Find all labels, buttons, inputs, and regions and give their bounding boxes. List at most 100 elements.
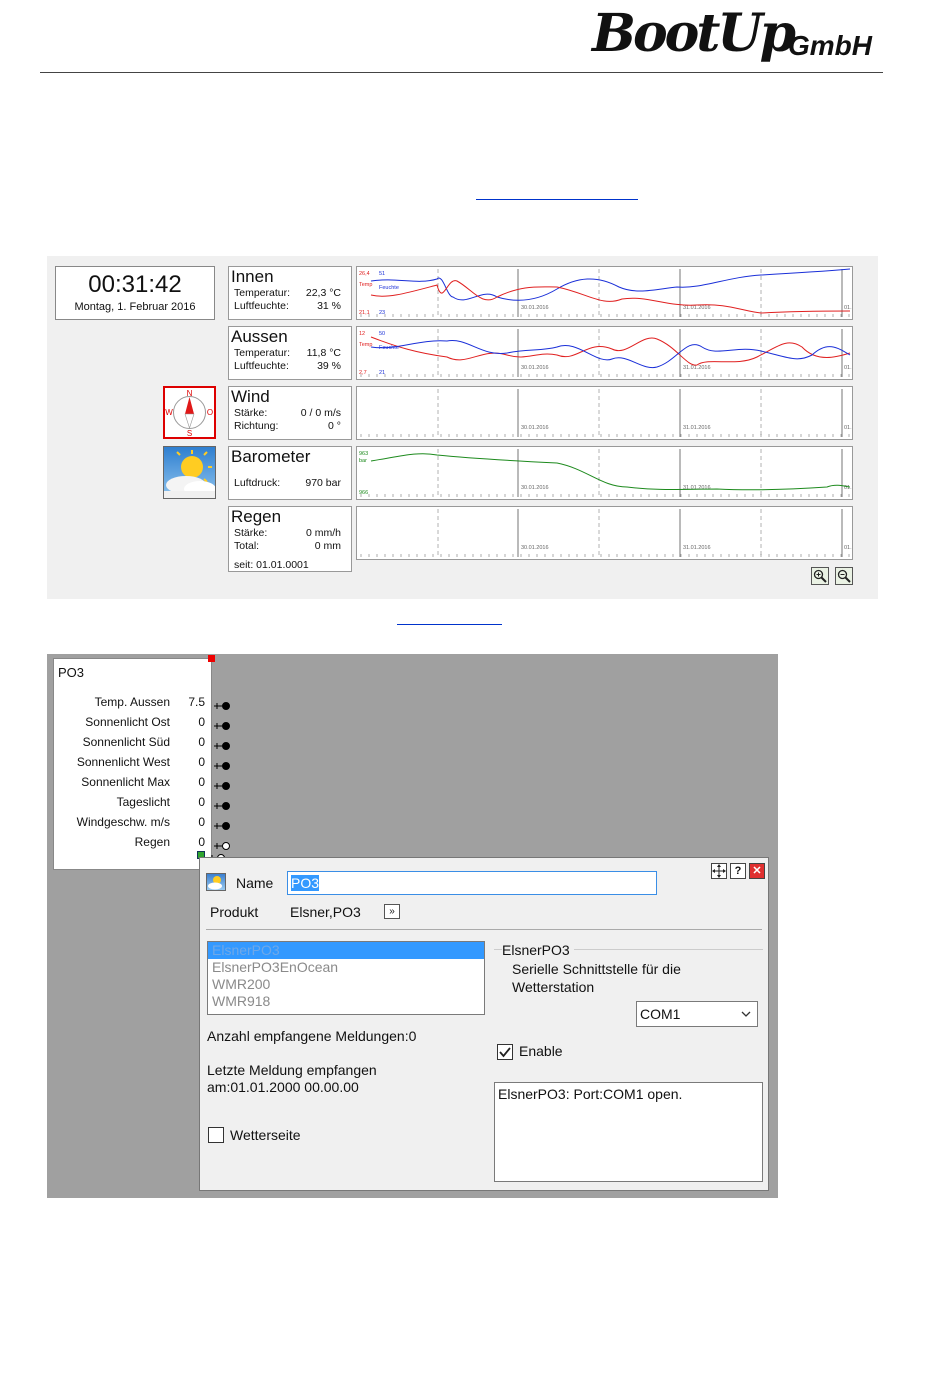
graph-date-label: 31.01.2016 bbox=[683, 305, 711, 311]
status-log-box[interactable]: ElsnerPO3: Port:COM1 open. bbox=[494, 1082, 763, 1182]
enable-checkbox[interactable] bbox=[497, 1044, 513, 1060]
name-label: Name bbox=[236, 875, 274, 891]
product-value: Elsner,PO3 bbox=[290, 904, 361, 920]
info-title: Regen bbox=[231, 507, 282, 526]
output-port-pin[interactable] bbox=[214, 838, 230, 850]
graph-wind: 30.01.2016 31.01.2016 01. bbox=[356, 386, 853, 440]
port-label: Windgeschw. m/s bbox=[76, 815, 170, 829]
graph-series-line bbox=[370, 339, 851, 369]
info-title: Wind bbox=[231, 387, 270, 406]
weather-page-checkbox[interactable] bbox=[208, 1127, 224, 1143]
hyperlink-underline[interactable] bbox=[476, 199, 638, 200]
info-title: Innen bbox=[231, 267, 274, 286]
graph-date-label: 30.01.2016 bbox=[521, 425, 549, 431]
graph-series-line bbox=[370, 268, 851, 301]
port-value: 0 bbox=[198, 775, 205, 789]
output-port-pin[interactable] bbox=[214, 718, 230, 730]
move-button[interactable] bbox=[711, 863, 727, 879]
graph-date-label: 01. bbox=[844, 365, 852, 371]
info-row-value: 22,3 °C bbox=[305, 287, 341, 299]
info-box-wind: Wind Stärke: 0 / 0 m/s Richtung: 0 ° bbox=[228, 386, 352, 440]
output-port-pin[interactable] bbox=[214, 738, 230, 750]
port-value: 0 bbox=[198, 735, 205, 749]
info-row-value: 31 % bbox=[317, 300, 341, 312]
received-count-text: Anzahl empfangene Meldungen:0 bbox=[207, 1028, 417, 1044]
log-text: ElsnerPO3: Port:COM1 open. bbox=[498, 1086, 683, 1102]
info-row-value: 11,8 °C bbox=[306, 347, 341, 359]
product-list-item[interactable]: ElsnerPO3EnOcean bbox=[208, 959, 484, 976]
checkmark-icon bbox=[499, 1047, 511, 1058]
graph-axis-label: 23 bbox=[379, 310, 385, 316]
graph-date-label: 30.01.2016 bbox=[521, 365, 549, 371]
graph-date-label: 30.01.2016 bbox=[521, 485, 549, 491]
info-row-label: Richtung: bbox=[234, 420, 279, 432]
info-box-barometer: Barometer Luftdruck: 970 bar bbox=[228, 446, 352, 500]
info-row-label: Luftfeuchte: bbox=[234, 300, 289, 312]
graph-axis-label: Feuchte bbox=[379, 285, 399, 291]
product-list-item[interactable]: WMR200 bbox=[208, 976, 484, 993]
logo-suffix-text: GmbH bbox=[788, 30, 872, 61]
output-port-pin[interactable] bbox=[214, 758, 230, 770]
output-port-pin[interactable] bbox=[214, 818, 230, 830]
block-resize-handle[interactable] bbox=[208, 655, 215, 662]
info-row-value: 39 % bbox=[317, 360, 341, 372]
info-title: Barometer bbox=[231, 447, 311, 466]
graph-series-line bbox=[370, 453, 851, 491]
zoom-out-button[interactable] bbox=[835, 567, 853, 585]
move-arrows-icon bbox=[712, 864, 726, 878]
graph-axis-label: 963 bbox=[359, 451, 368, 457]
header-divider bbox=[40, 72, 883, 73]
graph-axis-label: Temp bbox=[359, 342, 372, 348]
info-row-label: Stärke: bbox=[234, 407, 268, 419]
groupbox-title: ElsnerPO3 bbox=[502, 942, 574, 958]
graph-axis-label: 21 bbox=[379, 370, 385, 376]
product-list-item[interactable]: ElsnerPO3 bbox=[208, 942, 484, 959]
name-input[interactable]: PO3 bbox=[287, 871, 657, 895]
output-port-pin[interactable] bbox=[214, 698, 230, 710]
po3-function-block[interactable]: PO3 Temp. Aussen 7.5 Sonnenlicht Ost 0 Sonne… bbox=[53, 655, 230, 870]
info-row-value: 970 bar bbox=[305, 477, 341, 489]
output-port-pin[interactable] bbox=[214, 798, 230, 810]
zoom-in-icon bbox=[813, 569, 827, 583]
info-row-label: Temperatur: bbox=[234, 347, 291, 359]
output-port-pin[interactable] bbox=[214, 778, 230, 790]
compass-icon: N S W O bbox=[163, 386, 216, 439]
info-row-label: Temperatur: bbox=[234, 287, 291, 299]
graph-axis-label: 26,4 bbox=[359, 271, 370, 277]
graph-date-label: 30.01.2016 bbox=[521, 545, 549, 551]
product-label: Produkt bbox=[210, 904, 259, 920]
product-select-button[interactable]: » bbox=[384, 904, 400, 919]
clock-date: Montag, 1. Februar 2016 bbox=[74, 301, 196, 313]
graph-series-line bbox=[370, 280, 851, 314]
logo-main-text: BootUp bbox=[592, 3, 796, 64]
graph-axis-label: 21,1 bbox=[359, 310, 370, 316]
com-port-select[interactable]: COM1 bbox=[636, 1001, 758, 1027]
port-value: 0 bbox=[198, 795, 205, 809]
hyperlink-underline[interactable] bbox=[397, 624, 502, 625]
info-box-regen: Regen Stärke: 0 mm/h Total: 0 mm seit: 01.01.… bbox=[228, 506, 352, 572]
port-label: Sonnenlicht Ost bbox=[85, 715, 170, 729]
bootup-logo: BootUp GmbH bbox=[592, 4, 892, 68]
info-box-aussen: Aussen Temperatur: 11,8 °C Luftfeuchte: 39 % bbox=[228, 326, 352, 380]
dialog-separator bbox=[206, 929, 762, 930]
clock-display: 00:31:42 Montag, 1. Februar 2016 bbox=[55, 266, 215, 320]
port-value: 0 bbox=[198, 715, 205, 729]
zoom-out-icon bbox=[837, 569, 851, 583]
close-button[interactable]: ✕ bbox=[749, 863, 765, 879]
info-row-label: Stärke: bbox=[234, 527, 268, 539]
port-label: Sonnenlicht Süd bbox=[82, 735, 170, 749]
graph-axis-label: 2,7 bbox=[359, 370, 367, 376]
product-listbox[interactable]: ElsnerPO3 ElsnerPO3EnOcean WMR200 WMR918 bbox=[207, 941, 485, 1015]
last-message-value: am:01.01.2000 00.00.00 bbox=[207, 1079, 359, 1095]
port-label: Sonnenlicht Max bbox=[81, 775, 170, 789]
zoom-in-button[interactable] bbox=[811, 567, 829, 585]
info-row-label: Luftfeuchte: bbox=[234, 360, 289, 372]
help-button[interactable]: ? bbox=[730, 863, 746, 879]
compass-o-label: O bbox=[207, 408, 213, 417]
graph-barometer: 30.01.2016 31.01.2016 01. 963 bar 966 bbox=[356, 446, 853, 500]
graph-date-label: 31.01.2016 bbox=[683, 425, 711, 431]
graph-date-label: 31.01.2016 bbox=[683, 485, 711, 491]
info-row-label: Luftdruck: bbox=[234, 477, 281, 489]
product-list-item[interactable]: WMR918 bbox=[208, 993, 484, 1010]
graph-axis-label: 966 bbox=[359, 490, 368, 496]
